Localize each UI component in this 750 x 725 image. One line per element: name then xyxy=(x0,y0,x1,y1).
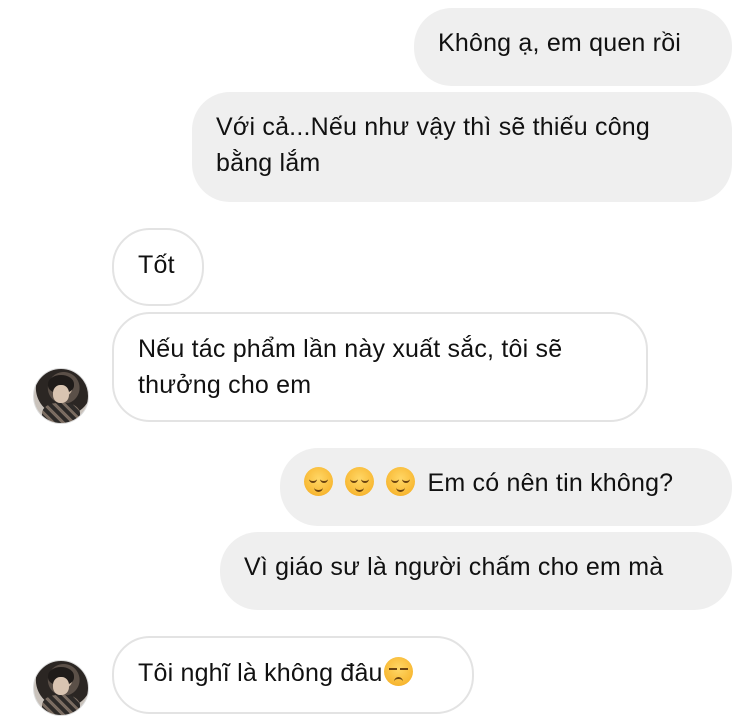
outgoing-message-bubble[interactable]: Không ạ, em quen rồi xyxy=(414,8,732,86)
incoming-message-bubble[interactable]: Tốt xyxy=(112,228,204,306)
message-text: Tôi nghĩ là không đâu xyxy=(138,659,383,687)
message-text: Nếu tác phẩm lần này xuất sắc, tôi sẽ th… xyxy=(138,335,563,399)
avatar-face-shape xyxy=(53,677,69,695)
outgoing-message-bubble[interactable]: Em có nên tin không? xyxy=(280,448,732,526)
outgoing-message-bubble[interactable]: Với cả...Nếu như vậy thì sẽ thiếu công b… xyxy=(192,92,732,202)
avatar-body-shape xyxy=(42,695,80,715)
relieved-face-icon xyxy=(304,467,333,496)
avatar-body-shape xyxy=(42,403,80,423)
relieved-face-icon xyxy=(386,467,416,496)
message-text: Em có nên tin không? xyxy=(427,469,674,497)
outgoing-message-bubble[interactable]: Vì giáo sư là người chấm cho em mà xyxy=(220,532,732,610)
unamused-face-icon xyxy=(383,657,413,686)
relieved-face-icon xyxy=(345,467,375,496)
message-text: Không ạ, em quen rồi xyxy=(438,29,682,57)
message-text: Với cả...Nếu như vậy thì sẽ thiếu công b… xyxy=(216,113,651,177)
incoming-message-bubble[interactable]: Nếu tác phẩm lần này xuất sắc, tôi sẽ th… xyxy=(112,312,648,422)
message-text: Vì giáo sư là người chấm cho em mà xyxy=(244,553,664,581)
avatar-face-shape xyxy=(53,385,69,403)
contact-avatar[interactable] xyxy=(33,660,89,716)
message-text: Tốt xyxy=(138,251,175,279)
incoming-message-bubble[interactable]: Tôi nghĩ là không đâu xyxy=(112,636,474,714)
contact-avatar[interactable] xyxy=(33,368,89,424)
